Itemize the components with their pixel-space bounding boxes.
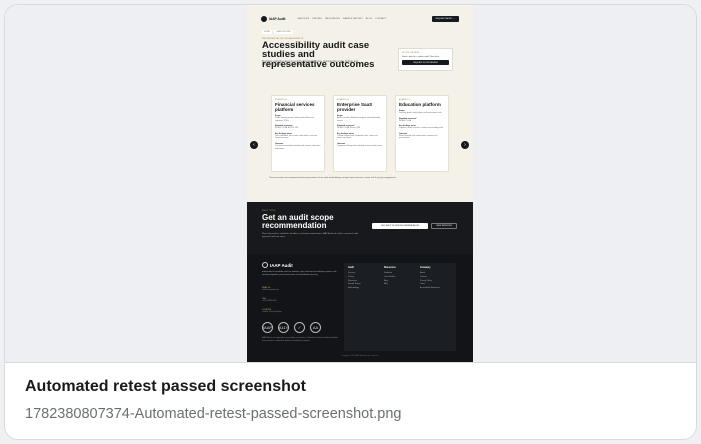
cases-footnote: These scenarios are anonymised and repre… xyxy=(269,177,397,179)
cta-eyebrow: NEXT STEP xyxy=(262,210,276,212)
chevron-left-icon: ‹ xyxy=(250,141,258,149)
attachment-card[interactable]: IAAP Audit SERVICES PRICING RESOURCES SA… xyxy=(4,4,697,440)
cta-text: Share the product, standards, deadlines,… xyxy=(262,233,359,238)
badge-icon: AA xyxy=(310,322,321,333)
badge-icon: A11Y xyxy=(278,322,289,333)
nav-link: RESOURCES xyxy=(325,18,340,20)
case-tag: EXAMPLE C xyxy=(399,99,412,101)
cta-title: Get an audit scope recommendation xyxy=(262,213,334,231)
footer-link: Pricing xyxy=(348,275,354,278)
footer-description: Independent accessibility audits for web… xyxy=(262,271,337,276)
badge-icon: ✓ xyxy=(294,322,305,333)
logo-icon xyxy=(261,16,267,22)
scope-label: SCOPE REVIEW xyxy=(402,52,420,54)
footer-link: FAQ xyxy=(384,283,388,286)
scope-review-box: SCOPE REVIEW Need a plan for a similar a… xyxy=(398,48,453,71)
case-section-body: WCAG 2.2 AA, EN 301 549. xyxy=(275,127,299,130)
footer-column: Company About Contact Privacy Policy Ter… xyxy=(420,267,452,347)
footer-link: Guidance xyxy=(384,272,393,274)
footer-column: Audit Services Pricing Resources Sample … xyxy=(348,267,380,347)
footer-link: Accessibility Statement xyxy=(420,287,440,290)
hero-lede: Illustrative examples based on recurring… xyxy=(262,61,358,67)
footer-note: IAAP Audit is an independent accessibili… xyxy=(262,337,338,342)
website-screenshot: IAAP Audit SERVICES PRICING RESOURCES SA… xyxy=(247,5,473,362)
footer-link: Terms xyxy=(420,283,426,286)
contact-value: hello@iaapaudit.com xyxy=(262,289,279,291)
case-tag: EXAMPLE A xyxy=(275,99,287,101)
footer-links: Audit Services Pricing Resources Sample … xyxy=(344,263,456,351)
case-section-body: Learning portal, video player and assess… xyxy=(399,112,443,114)
footer-contact: LOCATION London, United Kingdom xyxy=(262,309,282,313)
case-section-body: Retest passed with conformance summary f… xyxy=(399,134,438,140)
footer-link: Sample Report xyxy=(348,283,361,286)
footer-contact: EMAIL US hello@iaapaudit.com xyxy=(262,287,279,291)
case-title: Enterprise SaaS provider xyxy=(337,102,373,112)
nav-link: BLOG xyxy=(365,18,373,20)
footer-brand-name: IAAP Audit xyxy=(270,262,293,268)
case-section-body: Captions, media controls, contrast and r… xyxy=(399,127,444,130)
footer-column-head: Company xyxy=(420,267,431,269)
case-section-body: WCAG 2.2 AA. xyxy=(399,119,412,122)
footer-link: Privacy Policy xyxy=(420,279,432,282)
case-section-body: Custom components, keyboard traps, chart… xyxy=(337,134,378,140)
footer-link: Services xyxy=(348,272,356,274)
attachment-filename: 1782380807374-Automated-retest-passed-sc… xyxy=(25,406,402,422)
nav-link: CONTACT xyxy=(375,18,387,20)
footer-link: About xyxy=(420,272,425,274)
case-card: EXAMPLE C Education platform Scope Learn… xyxy=(395,95,449,172)
logo-icon xyxy=(262,262,268,268)
contact-value: London, United Kingdom xyxy=(262,311,282,313)
cta-section: NEXT STEP Get an audit scope recommendat… xyxy=(247,202,473,254)
footer-link: Methodology xyxy=(348,287,359,290)
nav-link: SAMPLE REPORT xyxy=(342,18,363,20)
scope-recommendation-button: GET AUDIT SCOPE RECOMMENDATION xyxy=(372,223,428,229)
footer-column: Resources Guidance Case Studies Blog FAQ xyxy=(384,267,416,347)
case-tag: EXAMPLE B xyxy=(337,99,349,101)
footer-link: Contact xyxy=(420,275,427,278)
scope-review-button: REQUEST SCOPE REVIEW xyxy=(402,60,449,65)
site-footer: IAAP Audit Independent accessibility aud… xyxy=(247,254,473,362)
case-section-body: Admin console, dashboard widgets and onb… xyxy=(337,117,380,122)
footer-contact: CALL +44 20 0000 0000 xyxy=(262,298,277,302)
site-nav: IAAP Audit SERVICES PRICING RESOURCES SA… xyxy=(261,15,459,23)
nav-link: PRICING xyxy=(312,18,323,20)
breadcrumb-item: HOME xyxy=(262,30,272,34)
case-card: EXAMPLE B Enterprise SaaS provider Scope… xyxy=(333,95,387,172)
hero-section: IAAP Audit SERVICES PRICING RESOURCES SA… xyxy=(247,5,473,202)
view-services-button: VIEW SERVICES xyxy=(431,223,457,229)
nav-links: SERVICES PRICING RESOURCES SAMPLE REPORT… xyxy=(297,18,431,20)
case-section-body: Online banking portal, authenticated flo… xyxy=(275,117,314,122)
footer-brand: IAAP Audit xyxy=(262,262,293,268)
footer-link: Case Studies xyxy=(384,275,396,278)
scope-text: Need a plan for a similar audit? Start h… xyxy=(402,56,440,58)
site-brand: IAAP Audit xyxy=(269,17,286,21)
case-section-body: Prioritised remediation backlog with own… xyxy=(275,144,321,150)
footer-link: Blog xyxy=(384,279,388,282)
request-audit-button: REQUEST AUDIT → xyxy=(431,16,459,22)
contact-value: +44 20 0000 0000 xyxy=(262,300,277,302)
footer-link: Resources xyxy=(348,279,358,282)
credential-badges: IAAP A11Y ✓ AA xyxy=(262,322,321,333)
screenshot-preview[interactable]: IAAP Audit SERVICES PRICING RESOURCES SA… xyxy=(5,5,696,363)
case-section-body: Form validation, focus order, data table… xyxy=(275,134,318,140)
nav-link: SERVICES xyxy=(297,18,310,20)
badge-icon: IAAP xyxy=(262,322,273,333)
case-title: Financial services platform xyxy=(275,102,315,112)
copyright: Copyright © 2025 IAAP Audit. All rights … xyxy=(341,355,379,357)
attachment-title: Automated retest passed screenshot xyxy=(25,378,306,395)
case-title: Education platform xyxy=(399,102,441,107)
footer-column-head: Resources xyxy=(384,267,396,269)
footer-column-head: Audit xyxy=(348,267,354,269)
breadcrumb-item: CASE STUDIES xyxy=(274,30,293,34)
case-section-body: WCAG 2.2 AA, Section 508. xyxy=(337,127,361,130)
breadcrumb: HOME CASE STUDIES xyxy=(262,30,293,34)
case-card: EXAMPLE A Financial services platform Sc… xyxy=(271,95,325,172)
chevron-right-icon: › xyxy=(461,141,469,149)
case-section-body: Component library fixes shipped across p… xyxy=(337,144,383,147)
